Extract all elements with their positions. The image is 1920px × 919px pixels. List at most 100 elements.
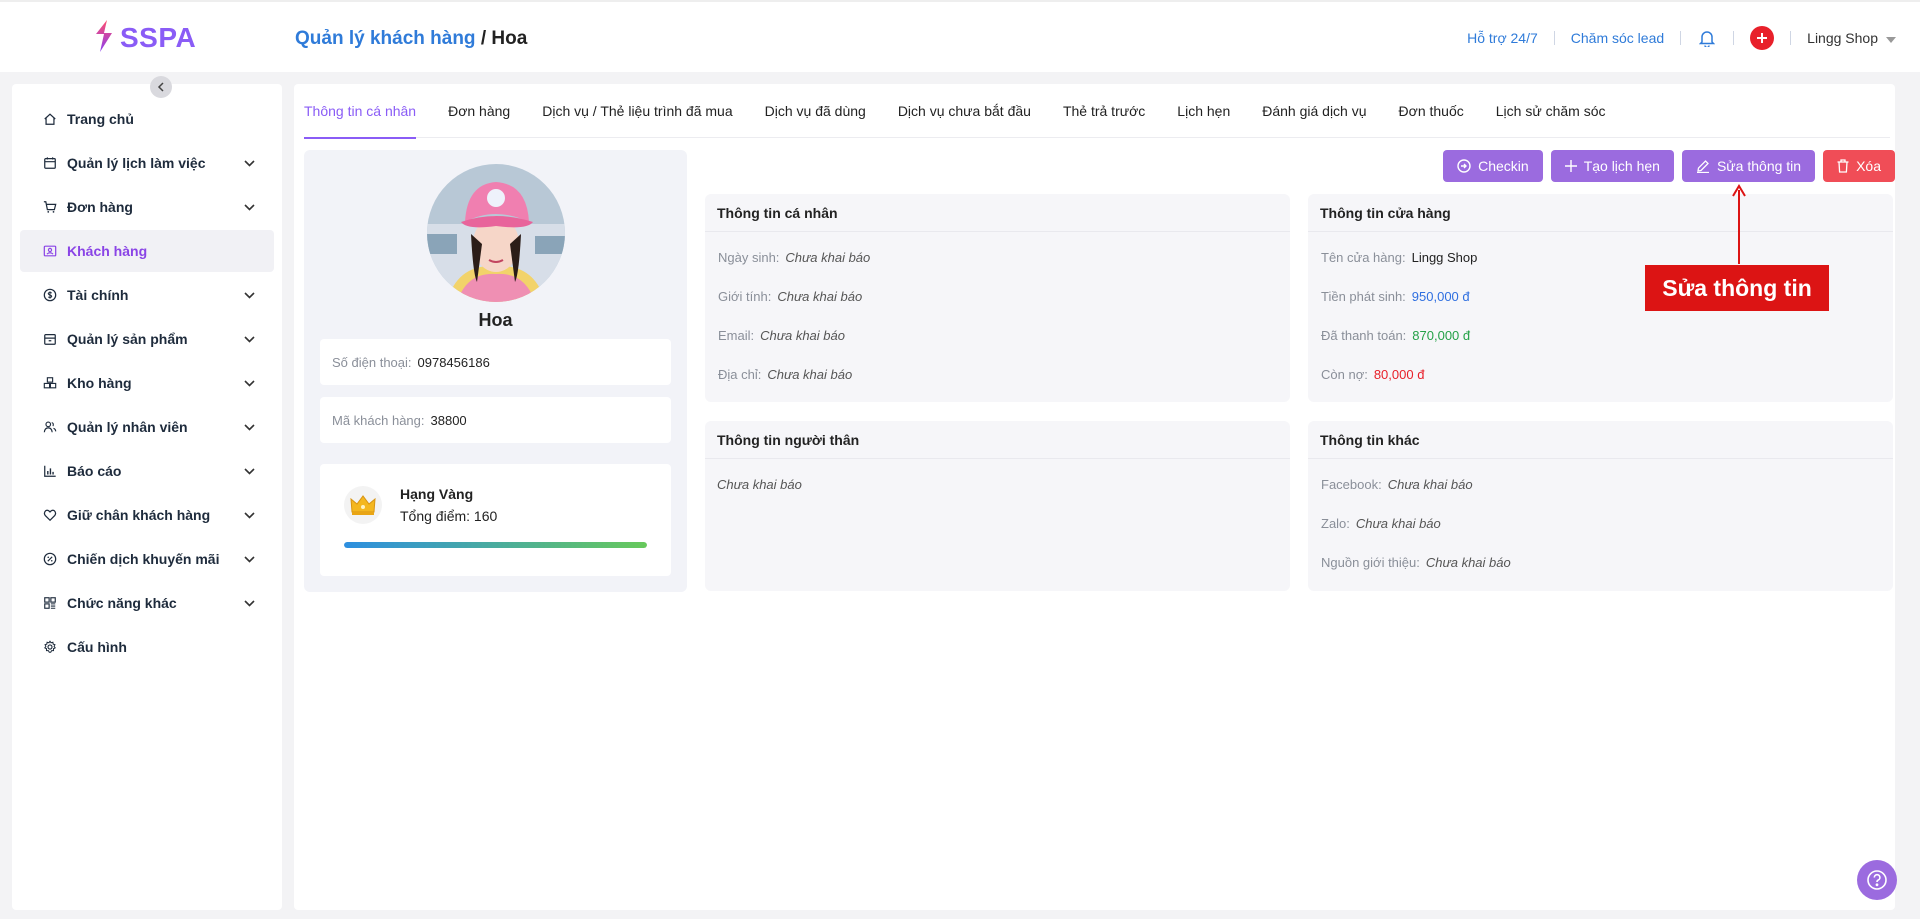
sidebar: Trang chủ Quản lý lịch làm việc Đơn hàng Kh…	[12, 84, 282, 910]
action-buttons: Checkin Tạo lịch hẹn Sửa thông tin Xóa	[1443, 150, 1895, 182]
paid-row: Đã thanh toán: 870,000 đ	[1308, 316, 1893, 355]
personal-info-card: Thông tin cá nhân Ngày sinh: Chưa khai bá…	[705, 194, 1290, 402]
sidebar-item-8[interactable]: Quản lý nhân viên	[20, 406, 274, 448]
logo-text: SSPA	[120, 21, 197, 53]
breadcrumb: Quản lý khách hàng / Hoa	[295, 28, 527, 50]
bell-icon[interactable]	[1681, 30, 1733, 47]
sidebar-item-5[interactable]: Tài chính	[20, 274, 274, 316]
field-value: Chưa khai báo	[767, 367, 853, 382]
breadcrumb-current: Hoa	[491, 28, 528, 49]
sidebar-item-label: Tài chính	[67, 287, 129, 303]
field-value: Chưa khai báo	[1387, 477, 1473, 492]
edit-info-label: Sửa thông tin	[1716, 158, 1802, 174]
sidebar-item-6[interactable]: Quản lý sản phẩm	[20, 318, 274, 360]
chevron-down-icon	[244, 201, 256, 213]
tab-4[interactable]: Dịch vụ đã dùng	[765, 84, 866, 138]
sidebar-item-9[interactable]: Báo cáo	[20, 450, 274, 492]
delete-label: Xóa	[1856, 158, 1881, 174]
chevron-down-icon	[244, 289, 256, 301]
bar-chart-icon	[42, 463, 58, 479]
rank-progress-fill	[344, 542, 647, 548]
field-label: Địa chỉ:	[718, 367, 762, 382]
calendar-icon	[42, 155, 58, 171]
dollar-circle-icon	[42, 287, 58, 303]
field-label: Ngày sinh:	[718, 250, 780, 265]
checkin-icon	[1457, 159, 1471, 173]
field-label: Giới tính:	[718, 289, 772, 304]
sidebar-item-label: Chức năng khác	[67, 595, 177, 611]
store-info-rows: Tên cửa hàng: Lingg Shop Tiền phát sinh:…	[1308, 232, 1893, 394]
sidebar-item-10[interactable]: Giữ chân khách hàng	[20, 494, 274, 536]
sidebar-collapse-button[interactable]	[150, 76, 172, 98]
app-logo[interactable]: SSPA	[94, 20, 196, 55]
incurred-label: Tiền phát sinh:	[1321, 289, 1406, 304]
support-link[interactable]: Hỗ trợ 24/7	[1451, 30, 1554, 46]
checkin-label: Checkin	[1478, 158, 1529, 174]
trash-icon	[1837, 159, 1849, 173]
card-title: Thông tin cửa hàng	[1308, 194, 1893, 232]
tab-8[interactable]: Đánh giá dịch vụ	[1262, 84, 1366, 138]
sidebar-item-1[interactable]: Trang chủ	[20, 98, 274, 140]
quick-add-button[interactable]	[1750, 26, 1775, 50]
debt-value: 80,000 đ	[1373, 367, 1425, 382]
sidebar-item-7[interactable]: Kho hàng	[20, 362, 274, 404]
sidebar-item-4[interactable]: Khách hàng	[20, 230, 274, 272]
personal-info-row: Ngày sinh: Chưa khai báo	[705, 238, 1290, 277]
edit-info-button[interactable]: Sửa thông tin	[1681, 150, 1816, 182]
tab-3[interactable]: Dịch vụ / Thẻ liệu trình đã mua	[542, 84, 732, 138]
sidebar-item-2[interactable]: Quản lý lịch làm việc	[20, 142, 274, 184]
customer-code-label: Mã khách hàng:	[332, 412, 425, 428]
crown-icon	[344, 486, 382, 524]
delete-button[interactable]: Xóa	[1823, 150, 1895, 182]
customer-name: Hoa	[478, 310, 513, 330]
chevron-left-icon	[157, 82, 164, 92]
other-info-row: Facebook: Chưa khai báo	[1308, 465, 1893, 504]
tab-6[interactable]: Thẻ trả trước	[1063, 84, 1145, 138]
annotation-arrow	[1732, 184, 1746, 264]
sidebar-item-13[interactable]: Cấu hình	[20, 626, 274, 668]
other-info-rows: Facebook: Chưa khai báo Zalo: Chưa khai báo…	[1308, 459, 1893, 582]
chevron-down-icon	[244, 509, 256, 521]
divider	[1733, 31, 1735, 45]
tab-10[interactable]: Lịch sử chăm sóc	[1496, 84, 1606, 138]
sidebar-item-11[interactable]: Chiến dịch khuyến mãi	[20, 538, 274, 580]
create-appointment-button[interactable]: Tạo lịch hẹn	[1550, 150, 1674, 182]
main-content: Thông tin cá nhân Đơn hàng Dịch vụ / Thẻ l…	[294, 84, 1895, 910]
help-button[interactable]	[1857, 860, 1897, 900]
field-label: Nguồn giới thiệu:	[1321, 555, 1420, 570]
lead-care-link[interactable]: Chăm sóc lead	[1555, 30, 1680, 46]
top-header: SSPA Quản lý khách hàng / Hoa Hỗ trợ 24/…	[0, 0, 1920, 72]
breadcrumb-parent-link[interactable]: Quản lý khách hàng	[295, 28, 476, 49]
phone-box: Số điện thoại: 0978456186	[320, 339, 671, 385]
personal-info-row: Địa chỉ: Chưa khai báo	[705, 355, 1290, 394]
tab-5[interactable]: Dịch vụ chưa bắt đầu	[898, 84, 1031, 138]
personal-info-row: Email: Chưa khai báo	[705, 316, 1290, 355]
sidebar-item-12[interactable]: Chức năng khác	[20, 582, 274, 624]
incurred-value: 950,000 đ	[1411, 289, 1470, 304]
tab-7[interactable]: Lịch hẹn	[1177, 84, 1230, 138]
field-value: Chưa khai báo	[785, 250, 871, 265]
phone-value: 0978456186	[417, 354, 490, 370]
annotation-callout: Sửa thông tin	[1645, 265, 1829, 311]
sidebar-item-label: Quản lý sản phẩm	[67, 331, 188, 347]
grid-icon	[42, 595, 58, 611]
chevron-down-icon	[244, 553, 256, 565]
debt-label: Còn nợ:	[1321, 367, 1368, 382]
relatives-empty-row: Chưa khai báo	[705, 465, 1290, 504]
header-actions: Hỗ trợ 24/7 Chăm sóc lead Lingg Shop	[1451, 22, 1896, 54]
rank-points: Tổng điểm: 160	[400, 508, 498, 524]
tab-9[interactable]: Đơn thuốc	[1399, 84, 1464, 138]
question-icon	[1867, 870, 1887, 890]
tab-1[interactable]: Thông tin cá nhân	[304, 84, 417, 139]
sidebar-item-3[interactable]: Đơn hàng	[20, 186, 274, 228]
sidebar-item-label: Giữ chân khách hàng	[67, 507, 211, 523]
checkin-button[interactable]: Checkin	[1443, 150, 1543, 182]
user-menu[interactable]: Lingg Shop	[1791, 30, 1896, 46]
discount-icon	[42, 551, 58, 567]
heart-icon	[42, 507, 58, 523]
box-icon	[42, 331, 58, 347]
tab-2[interactable]: Đơn hàng	[448, 84, 510, 138]
customer-code-box: Mã khách hàng: 38800	[320, 397, 671, 443]
chevron-down-icon	[244, 597, 256, 609]
cart-icon	[42, 199, 58, 215]
